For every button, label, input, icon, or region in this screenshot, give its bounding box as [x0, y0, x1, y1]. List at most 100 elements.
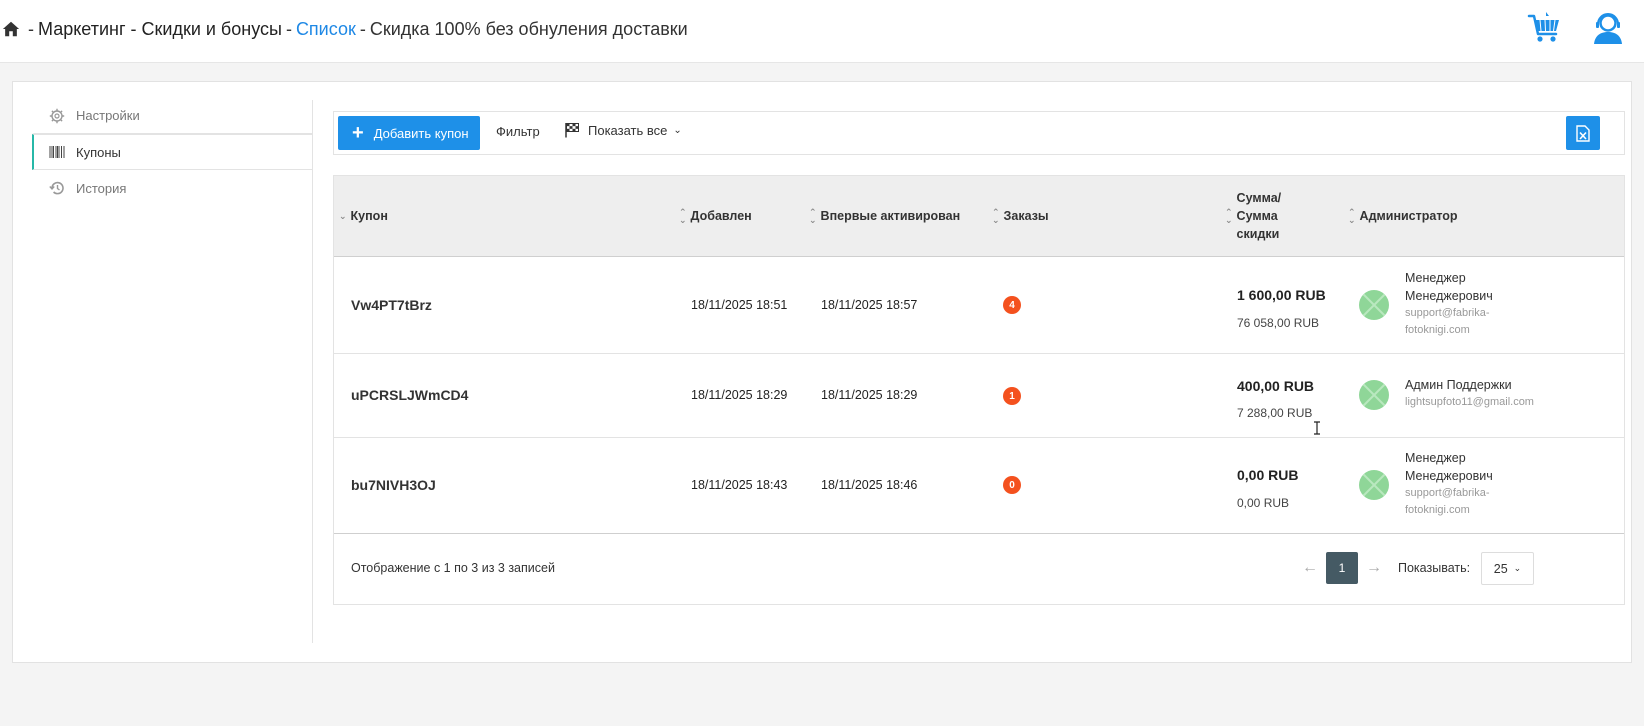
barcode-icon [48, 143, 66, 161]
admin-info: Менеджер Менеджерович support@fabrika- f… [1405, 449, 1493, 519]
admin-name: Менеджерович [1405, 469, 1493, 483]
column-header-orders[interactable]: ⌃ ⌄ Заказы [992, 176, 1049, 256]
add-coupon-button[interactable]: + Добавить купон [338, 116, 480, 150]
discount-sum: 76 058,00 RUB [1237, 316, 1320, 330]
user-support-icon[interactable] [1590, 10, 1626, 46]
per-page-select[interactable]: 25 ⌄ [1481, 552, 1534, 585]
table-row[interactable]: uPCRSLJWmCD4 18/11/2025 18:29 18/11/2025… [334, 354, 1624, 438]
admin-info: Менеджер Менеджерович support@fabrika- f… [1405, 269, 1493, 339]
orders-badge[interactable]: 1 [1003, 387, 1021, 405]
coupon-code[interactable]: bu7NIVH3OJ [351, 477, 436, 493]
breadcrumb-separator: - [28, 19, 34, 39]
pagination: ← 1 → [1294, 552, 1390, 584]
add-coupon-label: Добавить купон [373, 125, 469, 141]
column-header-label: Добавлен [690, 209, 752, 223]
main-card: Настройки Купоны История + Добавить купо… [12, 81, 1632, 663]
table-row[interactable]: bu7NIVH3OJ 18/11/2025 18:43 18/11/2025 1… [334, 438, 1624, 534]
avatar [1359, 470, 1389, 500]
show-all-dropdown[interactable]: Показать все ⌄ [564, 122, 682, 138]
sort-icon: ⌃ ⌄ [1225, 207, 1233, 225]
discount-sum: 7 288,00 RUB [1237, 406, 1313, 420]
column-header-admin[interactable]: ⌃ ⌄ Администратор [1348, 176, 1458, 256]
column-header-label-line: скидки [1236, 227, 1280, 241]
cart-icon[interactable] [1526, 10, 1562, 46]
text-cursor-icon [1314, 421, 1320, 435]
coupon-code[interactable]: uPCRSLJWmCD4 [351, 387, 468, 403]
column-header-added[interactable]: ⌃ ⌄ Добавлен [679, 176, 752, 256]
breadcrumb-separator: - [285, 19, 292, 39]
column-header-first-activated[interactable]: ⌃ ⌄ Впервые активирован [809, 176, 960, 256]
page-button-current[interactable]: 1 [1326, 552, 1358, 584]
sidebar-item-label: История [76, 180, 127, 196]
admin-email: lightsupfoto11@gmail.com [1405, 396, 1534, 408]
discount-sum: 0,00 RUB [1237, 496, 1290, 510]
table-row[interactable]: Vw4PT7tBrz 18/11/2025 18:51 18/11/2025 1… [334, 257, 1624, 354]
column-header-label: Купон [350, 209, 388, 223]
chevron-down-icon: ⌄ [673, 124, 682, 136]
orders-badge[interactable]: 4 [1003, 296, 1021, 314]
admin-email: fotoknigi.com [1405, 504, 1470, 516]
column-header-coupon[interactable]: ⌄ Купон [339, 176, 388, 256]
column-header-label: Впервые активирован [820, 209, 961, 223]
column-header-sum[interactable]: ⌃ ⌄ Сумма/ Сумма скидки [1225, 176, 1281, 256]
column-header-label-line: Сумма [1236, 209, 1278, 223]
added-date: 18/11/2025 18:43 [691, 478, 788, 492]
toolbar: + Добавить купон Фильтр Показать все ⌄ [333, 111, 1625, 155]
coupons-table: ⌄ Купон ⌃ ⌄ Добавлен ⌃ ⌄ Впервые активиров… [333, 175, 1625, 605]
breadcrumb-list-link[interactable]: Список [296, 18, 356, 40]
sort-desc-icon: ⌄ [339, 211, 347, 221]
order-sum: 0,00 RUB [1237, 467, 1299, 483]
breadcrumb-separator: - [359, 19, 366, 39]
admin-name: Менеджер [1405, 271, 1466, 285]
admin-name: Менеджерович [1405, 289, 1493, 303]
orders-badge[interactable]: 0 [1003, 476, 1021, 494]
show-all-label: Показать все [588, 122, 668, 138]
admin-email: support@fabrika- [1405, 307, 1490, 319]
history-icon [48, 179, 66, 197]
first-activated-date: 18/11/2025 18:57 [821, 298, 918, 312]
sort-icon: ⌃ ⌄ [679, 207, 687, 225]
admin-email: fotoknigi.com [1405, 324, 1470, 336]
first-activated-date: 18/11/2025 18:29 [821, 388, 918, 402]
excel-file-icon [1576, 124, 1590, 142]
table-header: ⌄ Купон ⌃ ⌄ Добавлен ⌃ ⌄ Впервые активиров… [334, 176, 1624, 257]
next-page-button[interactable]: → [1358, 559, 1390, 577]
per-page-value: 25 [1493, 561, 1508, 576]
chevron-down-icon: ⌄ [1513, 563, 1522, 573]
order-sum: 400,00 RUB [1237, 378, 1315, 394]
export-excel-button[interactable] [1566, 116, 1600, 150]
sidebar-item-label: Купоны [76, 144, 121, 160]
column-header-label: Заказы [1003, 209, 1049, 223]
checkered-flag-icon [565, 123, 579, 138]
admin-name: Менеджер [1405, 451, 1466, 465]
coupon-code[interactable]: Vw4PT7tBrz [351, 297, 432, 313]
admin-name: Админ Поддержки [1405, 378, 1512, 392]
breadcrumb-current: Скидка 100% без обнуления доставки [369, 19, 688, 39]
breadcrumb: - Маркетинг - Скидки и бонусы - Список -… [2, 18, 688, 40]
order-sum: 1 600,00 RUB [1237, 287, 1326, 303]
avatar [1359, 290, 1389, 320]
gear-icon [48, 107, 66, 125]
sidebar-divider [312, 100, 313, 643]
plus-icon: + [352, 122, 364, 144]
sort-icon: ⌃ ⌄ [809, 207, 817, 225]
sidebar-item-settings[interactable]: Настройки [32, 98, 313, 134]
first-activated-date: 18/11/2025 18:46 [821, 478, 918, 492]
avatar [1359, 380, 1389, 410]
records-summary: Отображение с 1 по 3 из 3 записей [351, 561, 555, 575]
column-header-label-line: Сумма/ [1236, 191, 1282, 205]
filter-button[interactable]: Фильтр [496, 124, 540, 139]
top-bar: - Маркетинг - Скидки и бонусы - Список -… [0, 0, 1644, 63]
prev-page-button[interactable]: ← [1294, 559, 1326, 577]
added-date: 18/11/2025 18:51 [691, 298, 788, 312]
breadcrumb-section: Маркетинг - Скидки и бонусы [38, 19, 282, 39]
sort-icon: ⌃ ⌄ [1348, 207, 1356, 225]
sidebar-item-history[interactable]: История [32, 170, 313, 206]
admin-info: Админ Поддержки lightsupfoto11@gmail.com [1405, 376, 1534, 411]
sort-icon: ⌃ ⌄ [992, 207, 1000, 225]
sidebar-item-coupons[interactable]: Купоны [32, 134, 313, 170]
home-icon[interactable] [2, 20, 20, 38]
column-header-label: Сумма/ Сумма скидки [1237, 189, 1282, 243]
side-navigation: Настройки Купоны История [32, 98, 313, 206]
column-header-label: Администратор [1359, 209, 1458, 223]
